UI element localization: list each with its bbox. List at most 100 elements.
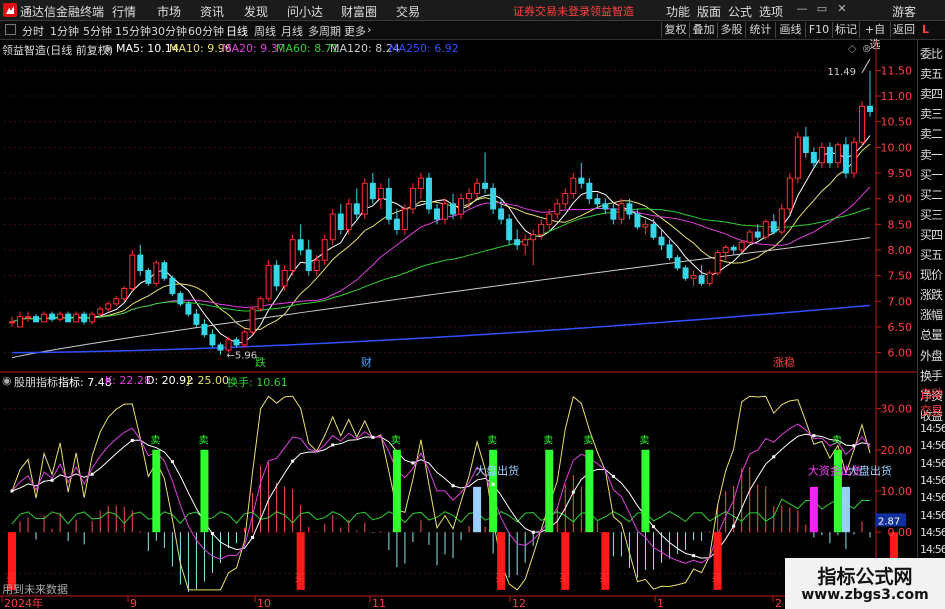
side-item-2[interactable]: 卖四	[920, 85, 945, 102]
minimize-icon[interactable]: —	[795, 2, 809, 16]
kline-chart-svg[interactable]: 卖卖卖卖卖卖卖卖买买买买买买买大盘出货大资金出货大盘出货 11.5011.001…	[0, 40, 917, 609]
side-item-22[interactable]: 14:56	[920, 439, 945, 452]
side-item-11[interactable]: 现价	[920, 266, 945, 283]
menu-item-hangqing[interactable]: 行情	[112, 3, 136, 20]
back-button[interactable]: 返回	[890, 22, 917, 38]
side-item-4[interactable]: 卖二	[920, 125, 945, 142]
candle-body	[361, 182, 368, 215]
sell-signal-bar	[152, 449, 161, 533]
menu-item-faxian[interactable]: 发现	[244, 3, 268, 20]
period-30min[interactable]: 30分钟	[151, 23, 187, 39]
period-daily[interactable]: 日线	[226, 23, 248, 39]
candle-body	[409, 187, 416, 210]
menu-item-jiaoyi[interactable]: 交易	[396, 3, 420, 20]
draw-line-button[interactable]: 画线	[775, 22, 805, 38]
side-item-6[interactable]: 买一	[920, 166, 945, 183]
side-item-20[interactable]: 交易	[920, 402, 945, 419]
menu-item-xuanxiang[interactable]: 选项	[759, 3, 783, 20]
candle-body	[273, 264, 280, 287]
side-item-25[interactable]: 14:56	[920, 491, 945, 504]
side-item-5[interactable]: 卖一	[920, 146, 945, 163]
indicator-settings-icon[interactable]: ◉	[2, 374, 12, 387]
menu-item-wenxiaoda[interactable]: 问小达	[287, 3, 323, 20]
site-watermark: 指标公式网 www.zbgs3.com	[785, 558, 945, 609]
chart-area[interactable]: 卖卖卖卖卖卖卖卖买买买买买买买大盘出货大资金出货大盘出货 11.5011.001…	[0, 40, 917, 609]
side-item-23[interactable]: 14:56	[920, 457, 945, 470]
candle-body	[329, 213, 336, 241]
candle-body	[113, 298, 120, 305]
fuquan-button[interactable]: 复权	[661, 22, 689, 38]
menu-item-zixun[interactable]: 资讯	[200, 3, 224, 20]
side-item-12[interactable]: 涨跌	[920, 286, 945, 303]
period-5min[interactable]: 5分钟	[83, 23, 112, 39]
diamond-icon[interactable]: ◇	[848, 42, 856, 55]
mark-button[interactable]: 标记	[832, 22, 859, 38]
side-item-9[interactable]: 买四	[920, 226, 945, 243]
menu-item-shichang[interactable]: 市场	[157, 3, 181, 20]
candle-body	[145, 270, 152, 284]
overlay-button[interactable]: 叠加	[689, 22, 717, 38]
high-price-label: 11.49	[827, 67, 856, 78]
close-small-icon[interactable]: ✕	[835, 2, 849, 16]
menu-item-gongneng[interactable]: 功能	[666, 3, 690, 20]
price-tick-label: 9.00	[888, 193, 913, 206]
side-item-10[interactable]: 买五	[920, 246, 945, 263]
candle-body	[482, 182, 489, 189]
candle-body	[530, 234, 537, 241]
buy-signal-label: 买	[559, 573, 569, 585]
login-warning[interactable]: 证券交易未登录	[513, 3, 590, 19]
stats-button[interactable]: 统计	[745, 22, 775, 38]
period-60min[interactable]: 60分钟	[188, 23, 224, 39]
candle-body	[337, 213, 344, 230]
side-item-16[interactable]: 换手	[920, 367, 945, 384]
side-item-15[interactable]: 外盘	[920, 347, 945, 364]
period-multi[interactable]: 多周期	[308, 23, 341, 39]
period-15min[interactable]: 15分钟	[115, 23, 151, 39]
candle-body	[129, 254, 136, 289]
side-item-28[interactable]: 14:56	[920, 543, 945, 556]
side-item-27[interactable]: 14:56	[920, 526, 945, 539]
restore-icon[interactable]: ▭	[815, 2, 829, 16]
candle-body	[810, 151, 817, 164]
multi-stock-button[interactable]: 多股	[717, 22, 745, 38]
side-item-3[interactable]: 卖三	[920, 105, 945, 122]
side-item-1[interactable]: 卖五	[920, 65, 945, 82]
period-1min[interactable]: 1分钟	[50, 23, 79, 39]
buy-signal-label: 买	[599, 573, 609, 585]
menu-item-banmian[interactable]: 版面	[697, 3, 721, 20]
app-title: 通达信金融终端	[20, 5, 105, 19]
side-item-14[interactable]: 总量	[920, 326, 945, 343]
price-tick-label: 11.00	[881, 90, 913, 103]
side-item-21[interactable]: 14:56	[920, 422, 945, 435]
candle-body	[297, 239, 304, 251]
period-more[interactable]: 更多	[344, 23, 366, 39]
side-item-26[interactable]: 14:56	[920, 509, 945, 522]
side-item-24[interactable]: 14:56	[920, 474, 945, 487]
d-line-dot	[651, 525, 655, 529]
guest-user[interactable]: 游客	[892, 3, 916, 20]
add-favorite-button[interactable]: +自选	[859, 22, 890, 51]
side-item-0[interactable]: 委比	[920, 45, 945, 62]
candle-body	[209, 334, 216, 346]
period-weekly[interactable]: 周线	[254, 23, 276, 39]
l-level-icon[interactable]: L	[922, 23, 929, 36]
candle-body	[738, 241, 745, 251]
circle-close-icon[interactable]: ⊗	[862, 42, 871, 55]
period-monthly[interactable]: 月线	[281, 23, 303, 39]
period-fenshi[interactable]: 分时	[22, 23, 44, 39]
side-item-7[interactable]: 买二	[920, 186, 945, 203]
sell-signal-label: 卖	[639, 435, 649, 447]
price-tick-label: 10.00	[881, 141, 913, 154]
menu-item-gongshi[interactable]: 公式	[728, 3, 752, 20]
side-item-19[interactable]: 自动	[920, 385, 945, 402]
candle-body	[698, 275, 705, 284]
side-item-13[interactable]: 涨幅	[920, 306, 945, 323]
f10-button[interactable]: F10	[805, 22, 832, 38]
toggle-square-icon[interactable]	[5, 24, 16, 35]
settings-icon[interactable]: ◉	[103, 42, 113, 55]
candle-body	[818, 146, 825, 164]
chevron-right-icon[interactable]: ›	[367, 23, 371, 36]
menu-item-caifuquan[interactable]: 财富圈	[341, 3, 377, 20]
buy-signal-label: 买	[712, 573, 722, 585]
side-item-8[interactable]: 买三	[920, 206, 945, 223]
